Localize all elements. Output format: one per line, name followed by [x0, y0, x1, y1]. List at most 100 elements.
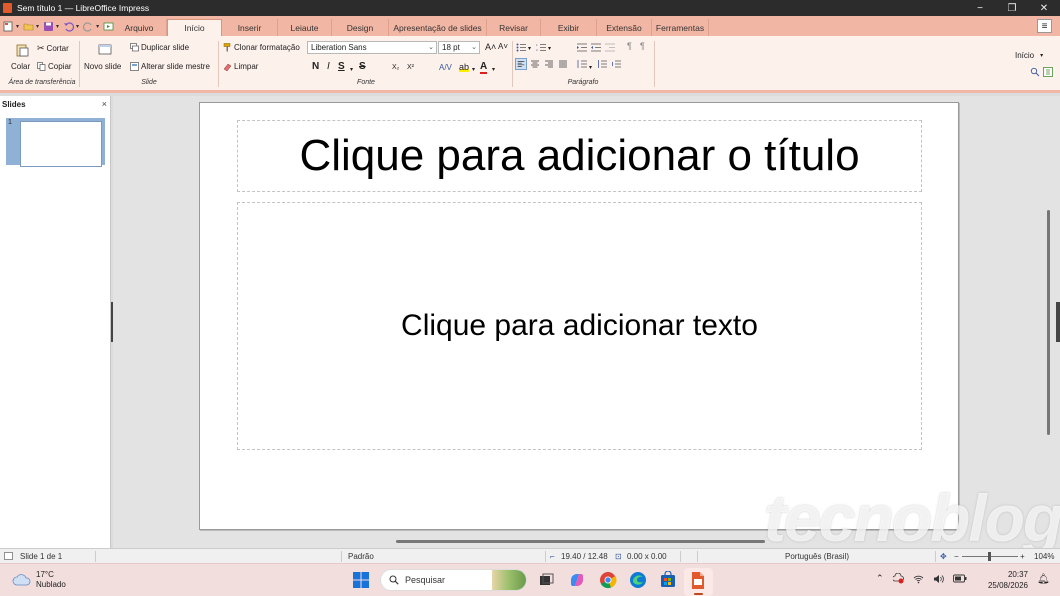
numbered-list-icon[interactable]: 12 — [536, 43, 546, 52]
undo-dropdown-chevron-icon[interactable]: ▾ — [76, 23, 79, 30]
highlight-dropdown-chevron-icon[interactable]: ▾ — [472, 66, 475, 73]
align-center-icon[interactable] — [530, 59, 540, 69]
ltr-paragraph-icon[interactable]: ¶ — [627, 41, 632, 51]
tab-ferramentas[interactable]: Ferramentas — [652, 19, 709, 36]
grow-font-icon[interactable]: A˄ — [485, 42, 496, 52]
minimize-button[interactable]: − — [964, 0, 996, 16]
maximize-button[interactable]: ❐ — [996, 0, 1028, 16]
change-master-button[interactable]: Alterar slide mestre — [130, 62, 210, 71]
rtl-paragraph-icon[interactable]: ¶ — [640, 41, 645, 51]
copy-button[interactable]: Copiar — [37, 62, 72, 71]
font-color-icon[interactable]: A — [480, 61, 488, 74]
body-placeholder[interactable]: Clique para adicionar texto — [237, 202, 922, 450]
zoom-level[interactable]: 104% — [1034, 552, 1054, 561]
justify-icon[interactable] — [558, 59, 568, 69]
wifi-icon[interactable] — [913, 574, 924, 584]
sidebar-toggle-icon[interactable] — [1043, 67, 1053, 77]
copilot-icon[interactable] — [568, 571, 586, 589]
horizontal-scrollbar[interactable] — [396, 540, 765, 543]
increase-paragraph-spacing-icon[interactable] — [597, 59, 607, 69]
subscript-icon[interactable]: X₂ — [392, 64, 399, 71]
save-dropdown-chevron-icon[interactable]: ▾ — [56, 23, 59, 30]
paste-icon[interactable] — [15, 43, 29, 57]
title-placeholder[interactable]: Clique para adicionar o título — [237, 120, 922, 192]
align-left-icon[interactable] — [515, 58, 527, 70]
numbered-dropdown-chevron-icon[interactable]: ▾ — [548, 45, 551, 52]
clone-formatting-button[interactable]: Clonar formatação — [223, 43, 300, 52]
highlight-color-icon[interactable]: ab — [459, 62, 470, 72]
store-icon[interactable] — [659, 571, 677, 589]
line-spacing-icon[interactable] — [577, 59, 587, 69]
close-pane-icon[interactable]: × — [102, 99, 107, 109]
font-size-select[interactable]: 18 pt ⌄ — [438, 41, 480, 54]
zoom-in-icon[interactable]: + — [1020, 552, 1025, 561]
bold-button[interactable]: N — [312, 61, 319, 72]
task-view-icon[interactable] — [537, 571, 555, 589]
tab-design[interactable]: Design — [332, 19, 389, 36]
tab-arquivo[interactable]: Arquivo — [112, 19, 167, 36]
onedrive-alert-icon[interactable] — [892, 573, 904, 584]
shrink-font-icon[interactable]: A˅ — [498, 42, 508, 51]
language-status[interactable]: Português (Brasil) — [785, 552, 849, 561]
chrome-icon[interactable] — [599, 571, 617, 589]
line-spacing-dropdown-chevron-icon[interactable]: ▾ — [589, 64, 592, 71]
main-menu-button[interactable]: ≡ — [1037, 19, 1052, 33]
undo-icon[interactable] — [63, 21, 75, 32]
windows-start-icon[interactable] — [352, 571, 370, 589]
new-dropdown-chevron-icon[interactable]: ▾ — [16, 23, 19, 30]
increase-indent-icon[interactable] — [577, 43, 587, 52]
decrease-indent-icon[interactable] — [591, 43, 601, 52]
paste-button[interactable]: Colar — [11, 62, 30, 71]
vertical-scrollbar[interactable] — [1047, 210, 1050, 435]
new-slide-button[interactable]: Novo slide — [84, 62, 121, 71]
bullet-dropdown-chevron-icon[interactable]: ▾ — [528, 45, 531, 52]
demote-icon[interactable] — [605, 43, 615, 52]
slide-canvas[interactable]: Clique para adicionar o título Clique pa… — [199, 102, 959, 530]
notification-bell-icon[interactable]: 🔔︎ — [1037, 574, 1050, 585]
taskbar-clock[interactable]: 20:37 25/08/2026 — [980, 569, 1028, 591]
open-dropdown-chevron-icon[interactable]: ▾ — [36, 23, 39, 30]
underline-button[interactable]: S — [338, 61, 345, 72]
impress-taskbar-button[interactable] — [684, 568, 713, 596]
duplicate-slide-button[interactable]: Duplicar slide — [130, 43, 189, 52]
font-color-dropdown-chevron-icon[interactable]: ▾ — [492, 66, 495, 73]
bullet-list-icon[interactable] — [516, 43, 526, 52]
superscript-icon[interactable]: X² — [407, 64, 414, 71]
underline-dropdown-chevron-icon[interactable]: ▾ — [350, 66, 353, 73]
chevron-up-icon[interactable]: ⌃ — [876, 573, 884, 584]
weather-widget[interactable]: 17°C Nublado — [12, 570, 66, 590]
save-icon[interactable] — [43, 21, 54, 32]
strikethrough-button[interactable]: S — [359, 61, 366, 72]
new-document-icon[interactable] — [3, 21, 14, 32]
tab-apresentacao[interactable]: Apresentação de slides — [389, 19, 487, 36]
close-window-button[interactable]: ✕ — [1028, 0, 1060, 16]
decrease-paragraph-spacing-icon[interactable] — [611, 59, 621, 69]
font-name-select[interactable]: Liberation Sans ⌄ — [307, 41, 437, 54]
right-pane-resize-handle[interactable] — [1056, 302, 1060, 342]
align-right-icon[interactable] — [544, 59, 554, 69]
zoom-out-icon[interactable]: − — [954, 552, 959, 561]
tab-revisar[interactable]: Revisar — [487, 19, 541, 36]
tab-inicio[interactable]: Início — [167, 19, 222, 36]
clear-formatting-button[interactable]: Limpar — [223, 62, 258, 71]
taskbar-search-box[interactable]: Pesquisar — [380, 569, 527, 591]
find-replace-icon[interactable] — [1030, 67, 1040, 77]
edge-icon[interactable] — [629, 571, 647, 589]
zoom-slider-knob[interactable] — [988, 552, 991, 561]
ribbon-mode-select[interactable]: Início ▾ — [1015, 51, 1043, 60]
italic-button[interactable]: I — [327, 61, 330, 72]
tab-inserir[interactable]: Inserir — [222, 19, 278, 36]
redo-icon[interactable] — [83, 21, 94, 32]
open-folder-icon[interactable] — [23, 21, 34, 32]
slide-thumbnail-selected[interactable]: 1 — [6, 118, 105, 167]
new-slide-icon[interactable] — [98, 43, 112, 57]
redo-dropdown-chevron-icon[interactable]: ▾ — [96, 23, 99, 30]
character-spacing-icon[interactable]: A/V — [439, 63, 452, 72]
fit-slide-icon[interactable]: ✥ — [940, 552, 947, 561]
tab-leiaute[interactable]: Leiaute — [278, 19, 332, 36]
cut-button[interactable]: ✂ Cortar — [37, 43, 69, 54]
tab-extensao[interactable]: Extensão — [597, 19, 652, 36]
tab-exibir[interactable]: Exibir — [541, 19, 597, 36]
volume-icon[interactable] — [933, 574, 944, 584]
battery-icon[interactable] — [952, 574, 967, 583]
